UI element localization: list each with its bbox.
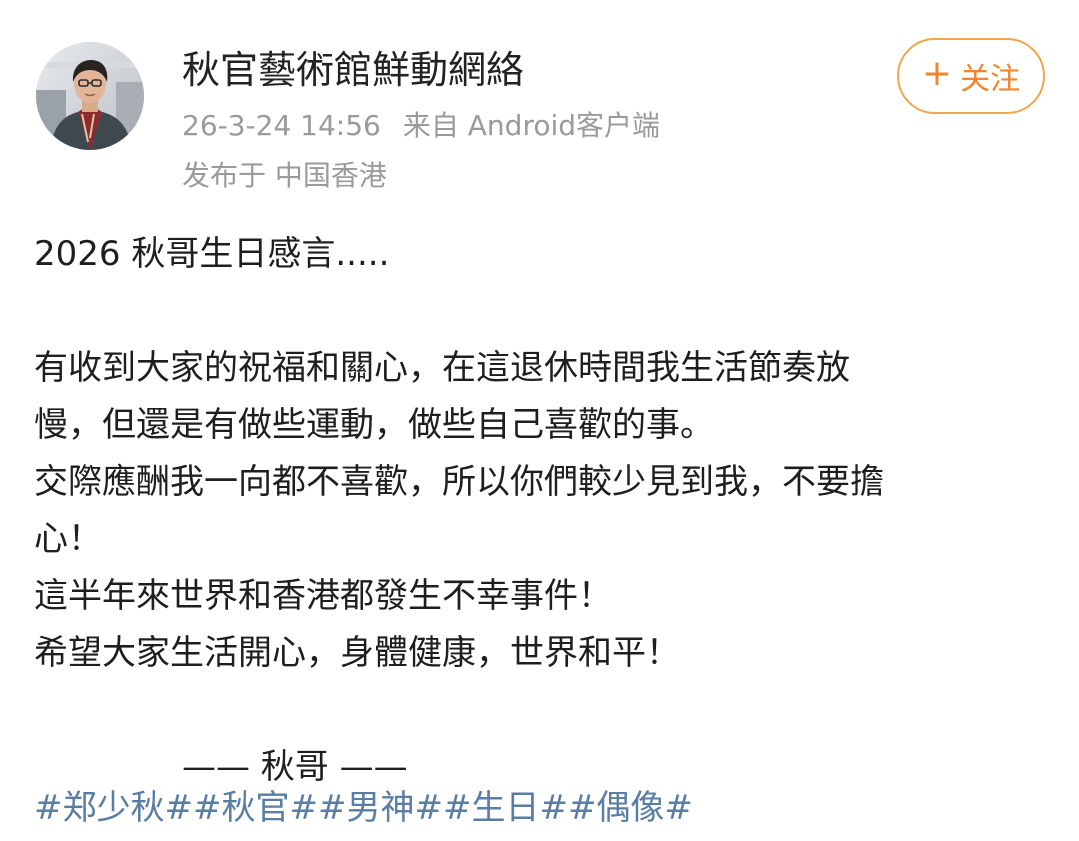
post-line: 這半年來世界和香港都發生不幸事件！ (34, 576, 612, 616)
post-meta: 26-3-24 14:56 来自 Android客户端 (182, 106, 660, 146)
post-timestamp: 26-3-24 14:56 (182, 109, 381, 142)
author-avatar[interactable] (36, 42, 144, 150)
hashtag-link[interactable]: #男神# (318, 788, 443, 828)
post-line: 交際應酬我一向都不喜歡，所以你們較少見到我，不要擔 (34, 462, 884, 502)
hashtag-link[interactable]: #偶像# (568, 788, 693, 828)
hashtag-link[interactable]: #秋官# (193, 788, 318, 828)
post-location: 发布于 中国香港 (182, 159, 387, 192)
post-source: 来自 Android客户端 (402, 109, 661, 142)
post-line: 2026 秋哥生日感言..... (34, 234, 390, 274)
post-line-blank (34, 682, 1044, 739)
weibo-post: 秋官藝術館鮮動網絡 26-3-24 14:56 来自 Android客户端 发布于… (0, 0, 1079, 841)
follow-label: 关注 (960, 62, 1021, 97)
post-line: 心！ (34, 519, 102, 559)
post-line: 慢，但還是有做些運動，做些自己喜歡的事。 (34, 405, 714, 445)
post-content: 2026 秋哥生日感言..... 有收到大家的祝福和關心，在這退休時間我生活節奏… (34, 226, 1044, 796)
hashtag-link[interactable]: #生日# (443, 788, 568, 828)
post-line-blank (34, 283, 1044, 340)
avatar-photo-icon (36, 42, 144, 150)
hashtag-list: #郑少秋##秋官##男神##生日##偶像# (34, 780, 693, 837)
follow-button[interactable]: + 关注 (897, 38, 1045, 114)
post-line: 希望大家生活開心，身體健康，世界和平！ (34, 633, 680, 673)
author-name[interactable]: 秋官藝術館鮮動網絡 (182, 44, 524, 96)
hashtag-link[interactable]: #郑少秋# (34, 788, 193, 828)
post-line: 有收到大家的祝福和關心，在這退休時間我生活節奏放 (34, 348, 850, 388)
plus-icon: + (921, 53, 953, 94)
